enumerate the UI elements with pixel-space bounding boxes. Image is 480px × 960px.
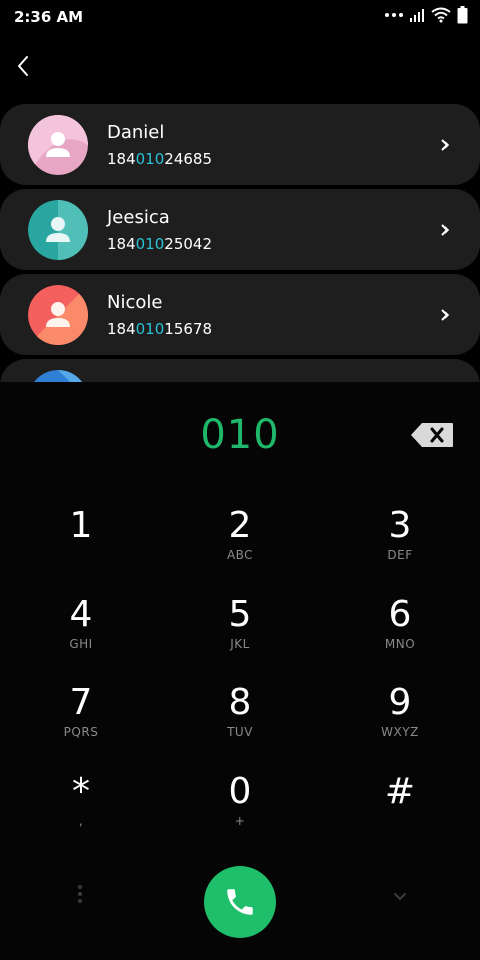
notification-dots-icon: [385, 13, 403, 17]
key-7[interactable]: 7 PQRS: [21, 683, 141, 763]
key-0[interactable]: 0 +: [180, 772, 300, 852]
contact-card-nicole[interactable]: Nicole 18401015678: [0, 274, 480, 355]
avatar: [28, 115, 88, 175]
contact-number: 18401024685: [107, 150, 212, 168]
double-chevron-right-icon[interactable]: [438, 137, 454, 153]
call-button[interactable]: [204, 866, 276, 938]
key-3[interactable]: 3 DEF: [340, 506, 460, 586]
contact-card-partial[interactable]: [0, 359, 480, 382]
signal-icon: [410, 9, 424, 22]
vertical-dots-icon: [78, 885, 82, 903]
status-icons: [385, 6, 468, 24]
key-4[interactable]: 4 GHI: [21, 595, 141, 675]
battery-icon: [457, 6, 468, 24]
contact-number: 18401015678: [107, 320, 212, 338]
key-1[interactable]: 1: [21, 506, 141, 586]
status-bar: 2:36 AM: [0, 0, 480, 36]
chevron-down-icon: [394, 893, 406, 901]
key-2[interactable]: 2 ABC: [180, 506, 300, 586]
key-8[interactable]: 8 TUV: [180, 683, 300, 763]
collapse-dialpad-button[interactable]: [388, 886, 412, 906]
wifi-icon: [431, 7, 451, 23]
double-chevron-right-icon[interactable]: [438, 307, 454, 323]
entered-number: 010: [200, 412, 280, 458]
avatar: [28, 285, 88, 345]
contact-results-list[interactable]: Daniel 18401024685 Jeesica 18401025042 N…: [0, 104, 480, 382]
contact-name: Nicole: [107, 292, 163, 313]
contact-name: Daniel: [107, 122, 165, 143]
dialpad: 010 1 2 ABC 3 DEF 4 GHI 5 JKL 6 MNO 7 PQ…: [0, 382, 480, 960]
chevron-left-icon: [18, 56, 28, 76]
contact-card-daniel[interactable]: Daniel 18401024685: [0, 104, 480, 185]
key-6[interactable]: 6 MNO: [340, 595, 460, 675]
key-9[interactable]: 9 WXYZ: [340, 683, 460, 763]
key-star[interactable]: * ,: [21, 772, 141, 852]
key-5[interactable]: 5 JKL: [180, 595, 300, 675]
back-button[interactable]: [10, 52, 38, 80]
phone-icon: [227, 889, 253, 915]
status-time: 2:36 AM: [14, 8, 84, 26]
backspace-button[interactable]: [410, 422, 454, 448]
contact-card-jeesica[interactable]: Jeesica 18401025042: [0, 189, 480, 270]
key-hash[interactable]: #: [340, 772, 460, 852]
more-options-button[interactable]: [70, 882, 90, 910]
contact-number: 18401025042: [107, 235, 212, 253]
avatar: [28, 370, 88, 382]
contact-name: Jeesica: [107, 207, 170, 228]
backspace-icon: [411, 423, 453, 447]
avatar: [28, 200, 88, 260]
double-chevron-right-icon[interactable]: [438, 222, 454, 238]
